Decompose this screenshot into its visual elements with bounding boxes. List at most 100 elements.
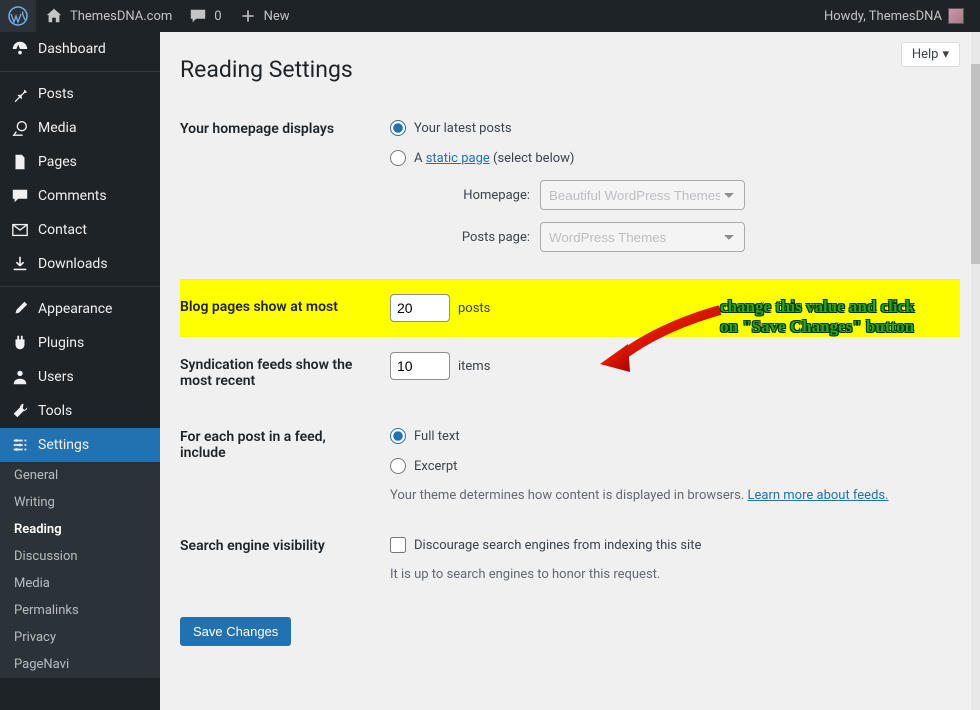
media-icon (10, 118, 30, 138)
radio-fulltext-label: Full text (414, 429, 460, 444)
avatar (948, 8, 964, 24)
chevron-down-icon: ▾ (942, 47, 949, 62)
feed-hint: Your theme determines how content is dis… (390, 488, 950, 503)
download-icon (10, 254, 30, 274)
submenu-discussion[interactable]: Discussion (0, 543, 160, 570)
menu-label: Tools (38, 403, 72, 419)
radio-static-label: A static page (select below) (414, 151, 574, 166)
feed-items-input[interactable] (390, 352, 450, 380)
howdy-text: Howdy, ThemesDNA (824, 9, 942, 24)
homepage-select[interactable]: Beautiful WordPress Themes (540, 180, 745, 210)
submenu-pagenavi[interactable]: PageNavi (0, 651, 160, 678)
wordpress-icon (8, 6, 28, 26)
postspage-select[interactable]: WordPress Themes (540, 222, 745, 252)
help-tab[interactable]: Help ▾ (901, 42, 960, 67)
menu-label: Downloads (38, 256, 108, 272)
menu-label: Plugins (38, 335, 84, 351)
tools-icon (10, 401, 30, 421)
scrollbar-thumb[interactable] (971, 64, 980, 264)
radio-latest-label: Your latest posts (414, 121, 512, 136)
menu-label: Pages (38, 154, 77, 170)
homepage-select-label: Homepage: (440, 188, 530, 203)
menu-label: Users (38, 369, 74, 385)
menu-label: Appearance (38, 301, 112, 317)
menu-label: Settings (38, 437, 89, 453)
menu-users[interactable]: Users (0, 360, 160, 394)
radio-excerpt[interactable] (390, 458, 406, 474)
help-label: Help (912, 47, 939, 62)
menu-pages[interactable]: Pages (0, 145, 160, 179)
menu-label: Posts (38, 86, 74, 102)
menu-plugins[interactable]: Plugins (0, 326, 160, 360)
blogpages-label: Blog pages show at most (180, 279, 380, 337)
home-icon (44, 6, 64, 26)
submenu-writing[interactable]: Writing (0, 489, 160, 516)
radio-fulltext[interactable] (390, 428, 406, 444)
menu-label: Contact (38, 222, 87, 238)
menu-label: Media (38, 120, 77, 136)
wp-logo[interactable] (0, 0, 36, 32)
static-suffix: (select below) (490, 151, 575, 166)
new-link[interactable]: New (230, 0, 298, 32)
submenu-general[interactable]: General (0, 462, 160, 489)
save-changes-button[interactable]: Save Changes (180, 617, 291, 646)
static-prefix: A (414, 151, 426, 166)
submenu-reading[interactable]: Reading (0, 516, 160, 543)
main-content: Help ▾ Reading Settings Your homepage di… (160, 32, 980, 710)
static-page-link[interactable]: static page (426, 151, 490, 166)
items-suffix: items (458, 359, 490, 374)
page-title: Reading Settings (180, 56, 960, 83)
menu-dashboard[interactable]: Dashboard (0, 32, 160, 66)
learn-more-link[interactable]: Learn more about feeds. (748, 488, 889, 503)
feed-content-label: For each post in a feed, include (180, 409, 380, 518)
comment-icon (10, 186, 30, 206)
submenu-permalinks[interactable]: Permalinks (0, 597, 160, 624)
admin-bar: ThemesDNA.com 0 New Howdy, ThemesDNA (0, 0, 980, 32)
new-label: New (264, 9, 290, 24)
menu-downloads[interactable]: Downloads (0, 247, 160, 281)
annotation-line1: change this value and click (720, 297, 915, 317)
site-name-text: ThemesDNA.com (70, 9, 172, 24)
feed-hint-text: Your theme determines how content is dis… (390, 488, 748, 503)
site-name-link[interactable]: ThemesDNA.com (36, 0, 180, 32)
posts-per-page-input[interactable] (390, 294, 450, 322)
pin-icon (10, 84, 30, 104)
menu-label: Dashboard (38, 41, 106, 57)
menu-appearance[interactable]: Appearance (0, 292, 160, 326)
settings-submenu: General Writing Reading Discussion Media… (0, 462, 160, 678)
menu-contact[interactable]: Contact (0, 213, 160, 247)
radio-excerpt-label: Excerpt (414, 459, 457, 474)
dashboard-icon (10, 39, 30, 59)
menu-tools[interactable]: Tools (0, 394, 160, 428)
plugin-icon (10, 333, 30, 353)
homepage-displays-label: Your homepage displays (180, 101, 380, 279)
admin-sidebar: Dashboard Posts Media Pages Comments Con… (0, 32, 160, 710)
page-icon (10, 152, 30, 172)
discourage-checkbox[interactable] (390, 537, 406, 553)
radio-static-page[interactable] (390, 150, 406, 166)
searchvis-hint: It is up to search engines to honor this… (390, 567, 950, 582)
submenu-privacy[interactable]: Privacy (0, 624, 160, 651)
settings-icon (10, 435, 30, 455)
posts-suffix: posts (458, 301, 490, 316)
menu-media[interactable]: Media (0, 111, 160, 145)
users-icon (10, 367, 30, 387)
annotation-text: change this value and click on "Save Cha… (720, 297, 915, 338)
submenu-media[interactable]: Media (0, 570, 160, 597)
menu-comments[interactable]: Comments (0, 179, 160, 213)
comments-count: 0 (214, 9, 221, 24)
plus-icon (238, 6, 258, 26)
radio-latest-posts[interactable] (390, 120, 406, 136)
discourage-label: Discourage search engines from indexing … (414, 538, 701, 553)
postspage-select-label: Posts page: (440, 230, 530, 245)
my-account-link[interactable]: Howdy, ThemesDNA (816, 0, 972, 32)
menu-posts[interactable]: Posts (0, 77, 160, 111)
syndication-label: Syndication feeds show the most recent (180, 337, 380, 409)
searchvis-label: Search engine visibility (180, 518, 380, 597)
brush-icon (10, 299, 30, 319)
annotation-line2: on "Save Changes" button (720, 317, 915, 337)
comment-icon (188, 6, 208, 26)
menu-label: Comments (38, 188, 107, 204)
comments-link[interactable]: 0 (180, 0, 229, 32)
menu-settings[interactable]: Settings (0, 428, 160, 462)
